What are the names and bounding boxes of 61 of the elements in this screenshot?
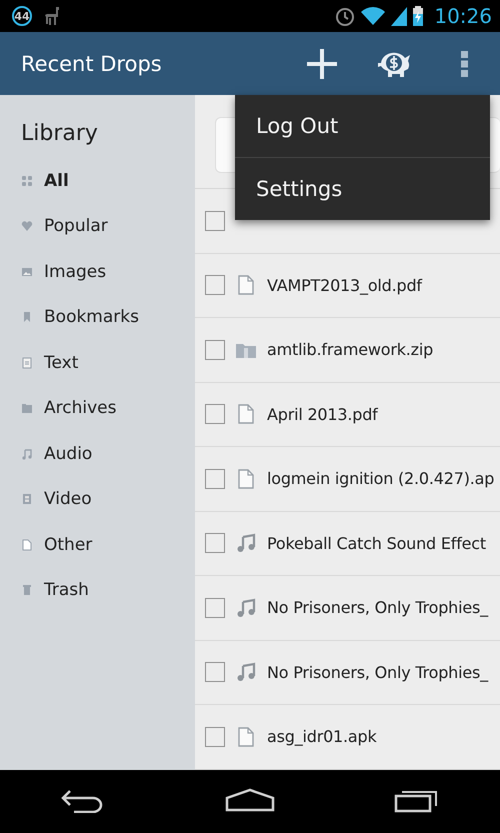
sidebar-item[interactable]: Popular xyxy=(21,204,195,249)
llama-icon xyxy=(44,6,62,26)
grid-icon xyxy=(21,174,33,187)
file-row[interactable]: VAMPT2013_old.pdf xyxy=(195,254,500,318)
file-row[interactable]: No Prisoners, Only Trophies_ xyxy=(195,640,500,705)
sidebar-item[interactable]: Text xyxy=(21,340,195,386)
checkbox[interactable] xyxy=(205,533,225,554)
plus-icon xyxy=(305,46,339,80)
file-name: April 2013.pdf xyxy=(267,404,378,424)
checkbox[interactable] xyxy=(205,404,225,424)
checkbox[interactable] xyxy=(205,275,225,296)
folder-icon xyxy=(21,402,33,414)
sidebar-item[interactable]: Other xyxy=(21,522,195,568)
sidebar-item[interactable]: Video xyxy=(21,476,195,522)
file-name: logmein ignition (2.0.427).ap xyxy=(267,469,494,488)
file-row[interactable]: April 2013.pdf xyxy=(195,382,500,447)
checkbox[interactable] xyxy=(205,726,225,747)
file-name: No Prisoners, Only Trophies_ xyxy=(267,662,488,682)
sidebar-item[interactable]: All xyxy=(21,158,195,204)
checkbox[interactable] xyxy=(205,598,225,618)
music-note-icon xyxy=(235,662,257,682)
file-row[interactable]: No Prisoners, Only Trophies_ xyxy=(195,576,500,640)
trash-icon xyxy=(21,584,33,596)
checkbox[interactable] xyxy=(205,210,225,231)
battery-icon xyxy=(412,6,424,26)
signal-icon xyxy=(390,6,408,26)
image-icon xyxy=(21,266,33,278)
wifi-icon xyxy=(360,6,386,26)
sidebar-item[interactable]: Trash xyxy=(21,568,195,613)
sidebar-item[interactable]: Images xyxy=(21,249,195,294)
sidebar-item[interactable]: Bookmarks xyxy=(21,294,195,340)
file-name: No Prisoners, Only Trophies_ xyxy=(267,598,488,618)
music-note-icon xyxy=(21,448,33,460)
home-icon xyxy=(224,788,275,812)
sidebar-item[interactable]: Audio xyxy=(21,431,195,476)
file-name: Pokeball Catch Sound Effect xyxy=(267,534,486,553)
file-row[interactable]: Pokeball Catch Sound Effect xyxy=(195,512,500,576)
file-name: VAMPT2013_old.pdf xyxy=(267,276,422,295)
checkbox[interactable] xyxy=(205,468,225,489)
document-icon xyxy=(21,356,33,369)
heart-icon xyxy=(21,220,33,232)
clock: 10:26 xyxy=(434,4,492,28)
menu-item[interactable]: Log Out xyxy=(235,95,490,158)
film-icon xyxy=(21,493,33,506)
checkbox[interactable] xyxy=(205,662,225,682)
file-name: amtlib.framework.zip xyxy=(267,340,434,360)
notification-count: 44 xyxy=(12,6,32,26)
menu-item[interactable]: Settings xyxy=(235,158,490,220)
sidebar-title: Library xyxy=(21,121,99,146)
checkbox[interactable] xyxy=(205,340,225,360)
overflow-icon xyxy=(461,50,469,76)
music-note-icon xyxy=(235,533,257,554)
bookmark-icon xyxy=(21,311,33,324)
sidebar-item[interactable]: Archives xyxy=(21,386,195,431)
alarm-icon xyxy=(334,5,356,27)
page-icon xyxy=(21,538,33,551)
music-note-icon xyxy=(235,598,257,618)
file-row[interactable]: logmein ignition (2.0.427).ap xyxy=(195,447,500,512)
screen-title: Recent Drops xyxy=(21,52,162,76)
file-name: asg_idr01.apk xyxy=(267,727,377,746)
file-row[interactable]: amtlib.framework.zip xyxy=(195,318,500,382)
